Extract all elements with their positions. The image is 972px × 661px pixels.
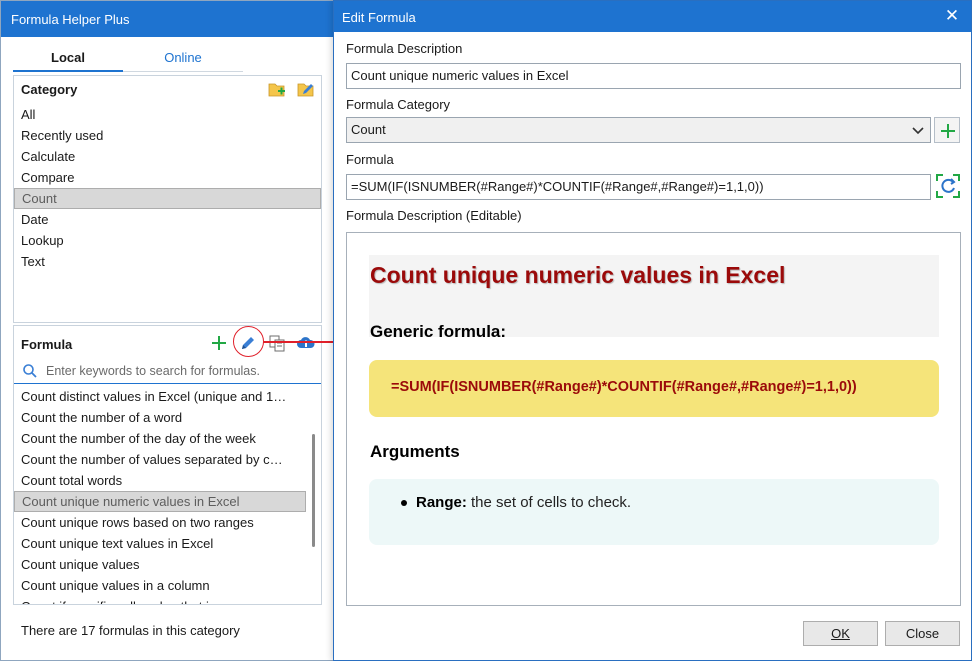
category-item-recently-used[interactable]: Recently used [14, 125, 321, 146]
edit-formula-dialog: Edit Formula ✕ Formula Description Count… [333, 0, 972, 661]
formula-helper-pane: Formula Helper Plus Local Online Categor… [0, 0, 347, 661]
highlight-arrow [263, 341, 341, 343]
refresh-formula-button[interactable] [934, 172, 962, 200]
description-label: Formula Description [346, 41, 463, 56]
close-button[interactable]: Close [885, 621, 960, 646]
category-item-count[interactable]: Count [14, 188, 321, 209]
category-panel: Category All Recently used Calculate Com… [13, 75, 322, 323]
add-formula-icon[interactable] [210, 334, 228, 352]
add-category-icon[interactable] [268, 80, 286, 98]
list-item[interactable]: Count the number of the day of the week [14, 428, 306, 449]
category-item-lookup[interactable]: Lookup [14, 230, 321, 251]
category-select[interactable]: Count [346, 117, 931, 143]
category-list: All Recently used Calculate Compare Coun… [14, 104, 321, 272]
list-item[interactable]: Count unique values in a column [14, 575, 306, 596]
argument-text: the set of cells to check. [466, 494, 632, 511]
tab-online[interactable]: Online [123, 47, 243, 72]
add-category-button[interactable] [934, 117, 960, 143]
category-item-date[interactable]: Date [14, 209, 321, 230]
list-item[interactable]: Count unique values [14, 554, 306, 575]
formula-field[interactable]: =SUM(IF(ISNUMBER(#Range#)*COUNTIF(#Range… [346, 174, 931, 200]
arguments-box: Range: the set of cells to check. [369, 479, 939, 545]
copy-formula-icon[interactable] [268, 334, 286, 352]
editable-description-label: Formula Description (Editable) [346, 208, 522, 223]
highlight-circle [233, 326, 264, 357]
category-item-compare[interactable]: Compare [14, 167, 321, 188]
preview-title: Count unique numeric values in Excel [370, 262, 786, 288]
category-header: Category [21, 82, 78, 97]
formula-search [14, 359, 321, 384]
list-item[interactable]: Count unique rows based on two ranges [14, 512, 306, 533]
category-item-calculate[interactable]: Calculate [14, 146, 321, 167]
list-item[interactable]: Count unique text values in Excel [14, 533, 306, 554]
formula-header: Formula [21, 337, 73, 352]
generic-formula-text: =SUM(IF(ISNUMBER(#Range#)*COUNTIF(#Range… [391, 379, 857, 395]
refresh-icon [934, 174, 962, 203]
source-tabs: Local Online [13, 47, 243, 73]
list-item[interactable]: Count if specific cells value that is... [14, 596, 306, 604]
category-item-text[interactable]: Text [14, 251, 321, 272]
formula-list-scrollbar[interactable] [312, 434, 315, 547]
cloud-upload-icon[interactable] [297, 334, 315, 352]
arguments-heading: Arguments [370, 442, 460, 461]
dialog-titlebar: Edit Formula ✕ [334, 1, 971, 32]
list-item[interactable]: Count the number of values separated by … [14, 449, 306, 470]
list-item[interactable]: Count distinct values in Excel (unique a… [14, 386, 306, 407]
dialog-title: Edit Formula [342, 10, 416, 25]
formula-label: Formula [346, 152, 394, 167]
plus-icon [939, 122, 957, 143]
category-select-value: Count [351, 122, 386, 137]
tab-local[interactable]: Local [13, 47, 123, 72]
category-item-all[interactable]: All [14, 104, 321, 125]
formula-count-status: There are 17 formulas in this category [21, 623, 240, 638]
search-icon [22, 363, 38, 382]
chevron-down-icon [910, 122, 926, 138]
list-item[interactable]: Count total words [14, 470, 306, 491]
formula-panel: Formula Enter keywords to search for for… [13, 325, 322, 605]
bullet-icon [401, 500, 407, 506]
close-icon[interactable]: ✕ [941, 5, 963, 27]
description-editor[interactable]: Count unique numeric values in Excel Gen… [346, 232, 961, 606]
ok-button[interactable]: OK [803, 621, 878, 646]
argument-item: Range: the set of cells to check. [416, 494, 631, 511]
generic-formula-heading: Generic formula: [370, 322, 507, 341]
left-titlebar: Formula Helper Plus [1, 1, 333, 37]
argument-name: Range: [416, 494, 467, 511]
description-field[interactable]: Count unique numeric values in Excel [346, 63, 961, 89]
formula-list: Count distinct values in Excel (unique a… [14, 386, 306, 604]
search-input[interactable] [44, 361, 314, 381]
list-item[interactable]: Count the number of a word [14, 407, 306, 428]
list-item-selected[interactable]: Count unique numeric values in Excel [14, 491, 306, 512]
pane-title: Formula Helper Plus [11, 12, 130, 27]
generic-formula-box: =SUM(IF(ISNUMBER(#Range#)*COUNTIF(#Range… [369, 360, 939, 417]
edit-category-icon[interactable] [297, 80, 315, 98]
category-label: Formula Category [346, 97, 451, 112]
